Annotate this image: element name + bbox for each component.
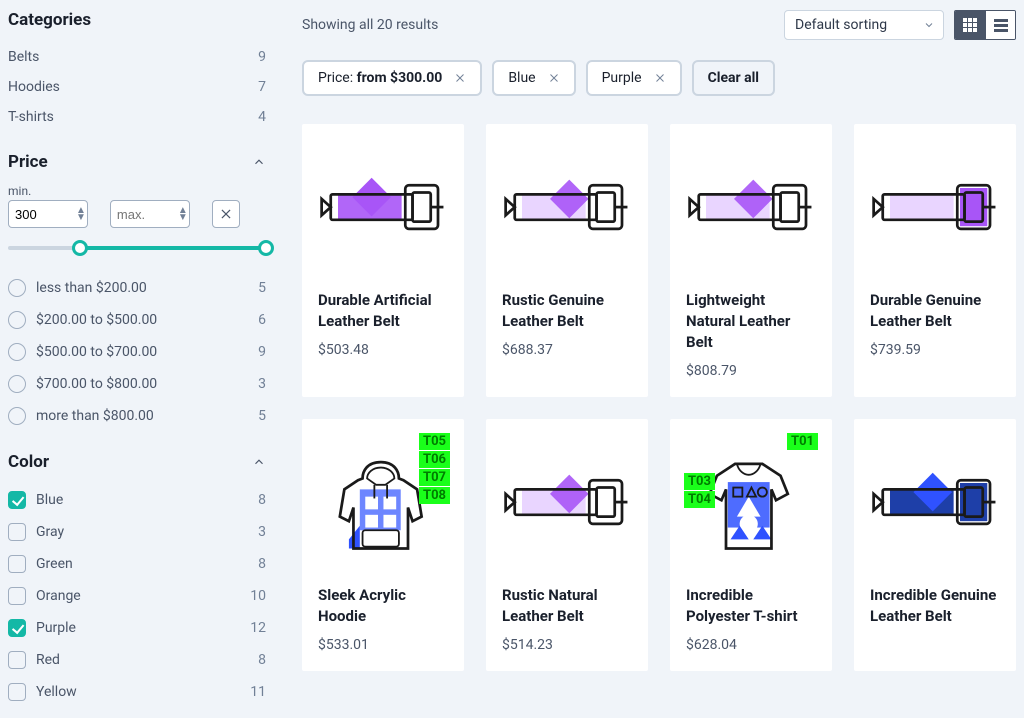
product-image [502,158,632,258]
checkbox-icon [8,651,26,669]
color-option[interactable]: Green8 [8,548,266,580]
color-option[interactable]: Red8 [8,644,266,676]
checkbox-icon [8,619,26,637]
color-option[interactable]: Purple12 [8,612,266,644]
product-card[interactable]: T05T06T07T08 Sleek Acrylic Hoodie $533.0… [302,419,464,671]
slider-fill [80,246,266,250]
radio-icon [8,311,26,329]
color-list: Blue8Gray3Green8Orange10Purple12Red8Yell… [8,484,266,708]
radio-icon [8,279,26,297]
grid-view-button[interactable] [955,11,985,39]
category-item[interactable]: T-shirts4 [8,102,266,132]
slider-handle-min[interactable] [72,240,88,256]
price-range-option[interactable]: more than $800.005 [8,400,266,432]
product-tag: T03 [684,473,715,490]
result-count: Showing all 20 results [302,17,438,33]
grid-icon [962,17,978,33]
product-card[interactable]: Rustic Genuine Leather Belt $688.37 [486,124,648,397]
categories-heading: Categories [8,10,266,30]
product-title: Durable Artificial Leather Belt [318,290,448,332]
chevron-down-icon [923,19,935,31]
checkbox-icon [8,555,26,573]
product-card[interactable]: Durable Genuine Leather Belt $739.59 [854,124,1016,397]
product-card[interactable]: Durable Artificial Leather Belt $503.48 [302,124,464,397]
product-price: $533.01 [318,637,448,653]
product-title: Rustic Genuine Leather Belt [502,290,632,332]
price-reset-button[interactable] [212,200,240,228]
product-title: Sleek Acrylic Hoodie [318,585,448,627]
product-price: $514.23 [502,637,632,653]
product-title: Lightweight Natural Leather Belt [686,290,816,353]
slider-handle-max[interactable] [258,240,274,256]
product-tag: T07 [419,469,450,486]
radio-icon [8,407,26,425]
list-icon [993,17,1009,33]
product-tag: T08 [419,487,450,504]
close-icon[interactable] [548,72,560,84]
close-icon [219,207,233,221]
chevron-up-icon [252,155,266,169]
radio-icon [8,343,26,361]
product-image [502,453,632,553]
checkbox-icon [8,587,26,605]
product-image [318,158,448,258]
price-min-input[interactable] [8,200,88,228]
product-title: Durable Genuine Leather Belt [870,290,1000,332]
checkbox-icon [8,523,26,541]
filter-chip-blue[interactable]: Blue [492,60,575,96]
checkbox-icon [8,491,26,509]
price-range-option[interactable]: $200.00 to $500.006 [8,304,266,336]
view-toggle [954,10,1016,40]
price-max-input[interactable] [110,200,190,228]
product-image [870,453,1000,553]
close-icon[interactable] [654,72,666,84]
color-option[interactable]: Gray3 [8,516,266,548]
product-grid: Durable Artificial Leather Belt $503.48 … [302,124,1016,671]
price-min-label: min. [8,184,266,198]
price-slider[interactable] [8,246,266,250]
list-view-button[interactable] [985,11,1015,39]
close-icon[interactable] [454,72,466,84]
product-price: $503.48 [318,342,448,358]
product-image [870,158,1000,258]
sort-select[interactable]: Default sorting [784,10,944,40]
product-tag: T06 [419,451,450,468]
price-heading[interactable]: Price [8,152,266,172]
category-list: Belts9Hoodies7T-shirts4 [8,42,266,132]
product-price: $808.79 [686,363,816,379]
price-range-option[interactable]: $500.00 to $700.009 [8,336,266,368]
checkbox-icon [8,683,26,701]
product-price: $739.59 [870,342,1000,358]
product-tag: T01 [787,433,818,450]
price-range-option[interactable]: $700.00 to $800.003 [8,368,266,400]
product-tag: T04 [684,491,715,508]
price-range-list: less than $200.005$200.00 to $500.006$50… [8,272,266,432]
product-card[interactable]: Rustic Natural Leather Belt $514.23 [486,419,648,671]
color-option[interactable]: Yellow11 [8,676,266,708]
chevron-up-icon [252,455,266,469]
product-card[interactable]: Lightweight Natural Leather Belt $808.79 [670,124,832,397]
product-price: $688.37 [502,342,632,358]
radio-icon [8,375,26,393]
filter-chip-purple[interactable]: Purple [586,60,682,96]
product-price: $628.04 [686,637,816,653]
color-heading[interactable]: Color [8,452,266,472]
product-title: Rustic Natural Leather Belt [502,585,632,627]
product-card[interactable]: Incredible Genuine Leather Belt [854,419,1016,671]
clear-all-button[interactable]: Clear all [692,60,775,96]
color-option[interactable]: Orange10 [8,580,266,612]
price-range-option[interactable]: less than $200.005 [8,272,266,304]
product-title: Incredible Genuine Leather Belt [870,585,1000,627]
color-option[interactable]: Blue8 [8,484,266,516]
product-tag: T05 [419,433,450,450]
filter-chip-price[interactable]: Price: from $300.00 [302,60,482,96]
category-item[interactable]: Belts9 [8,42,266,72]
category-item[interactable]: Hoodies7 [8,72,266,102]
product-image [686,158,816,258]
product-title: Incredible Polyester T-shirt [686,585,816,627]
product-card[interactable]: T01 T03T04 Incredible Polyester T-shirt … [670,419,832,671]
